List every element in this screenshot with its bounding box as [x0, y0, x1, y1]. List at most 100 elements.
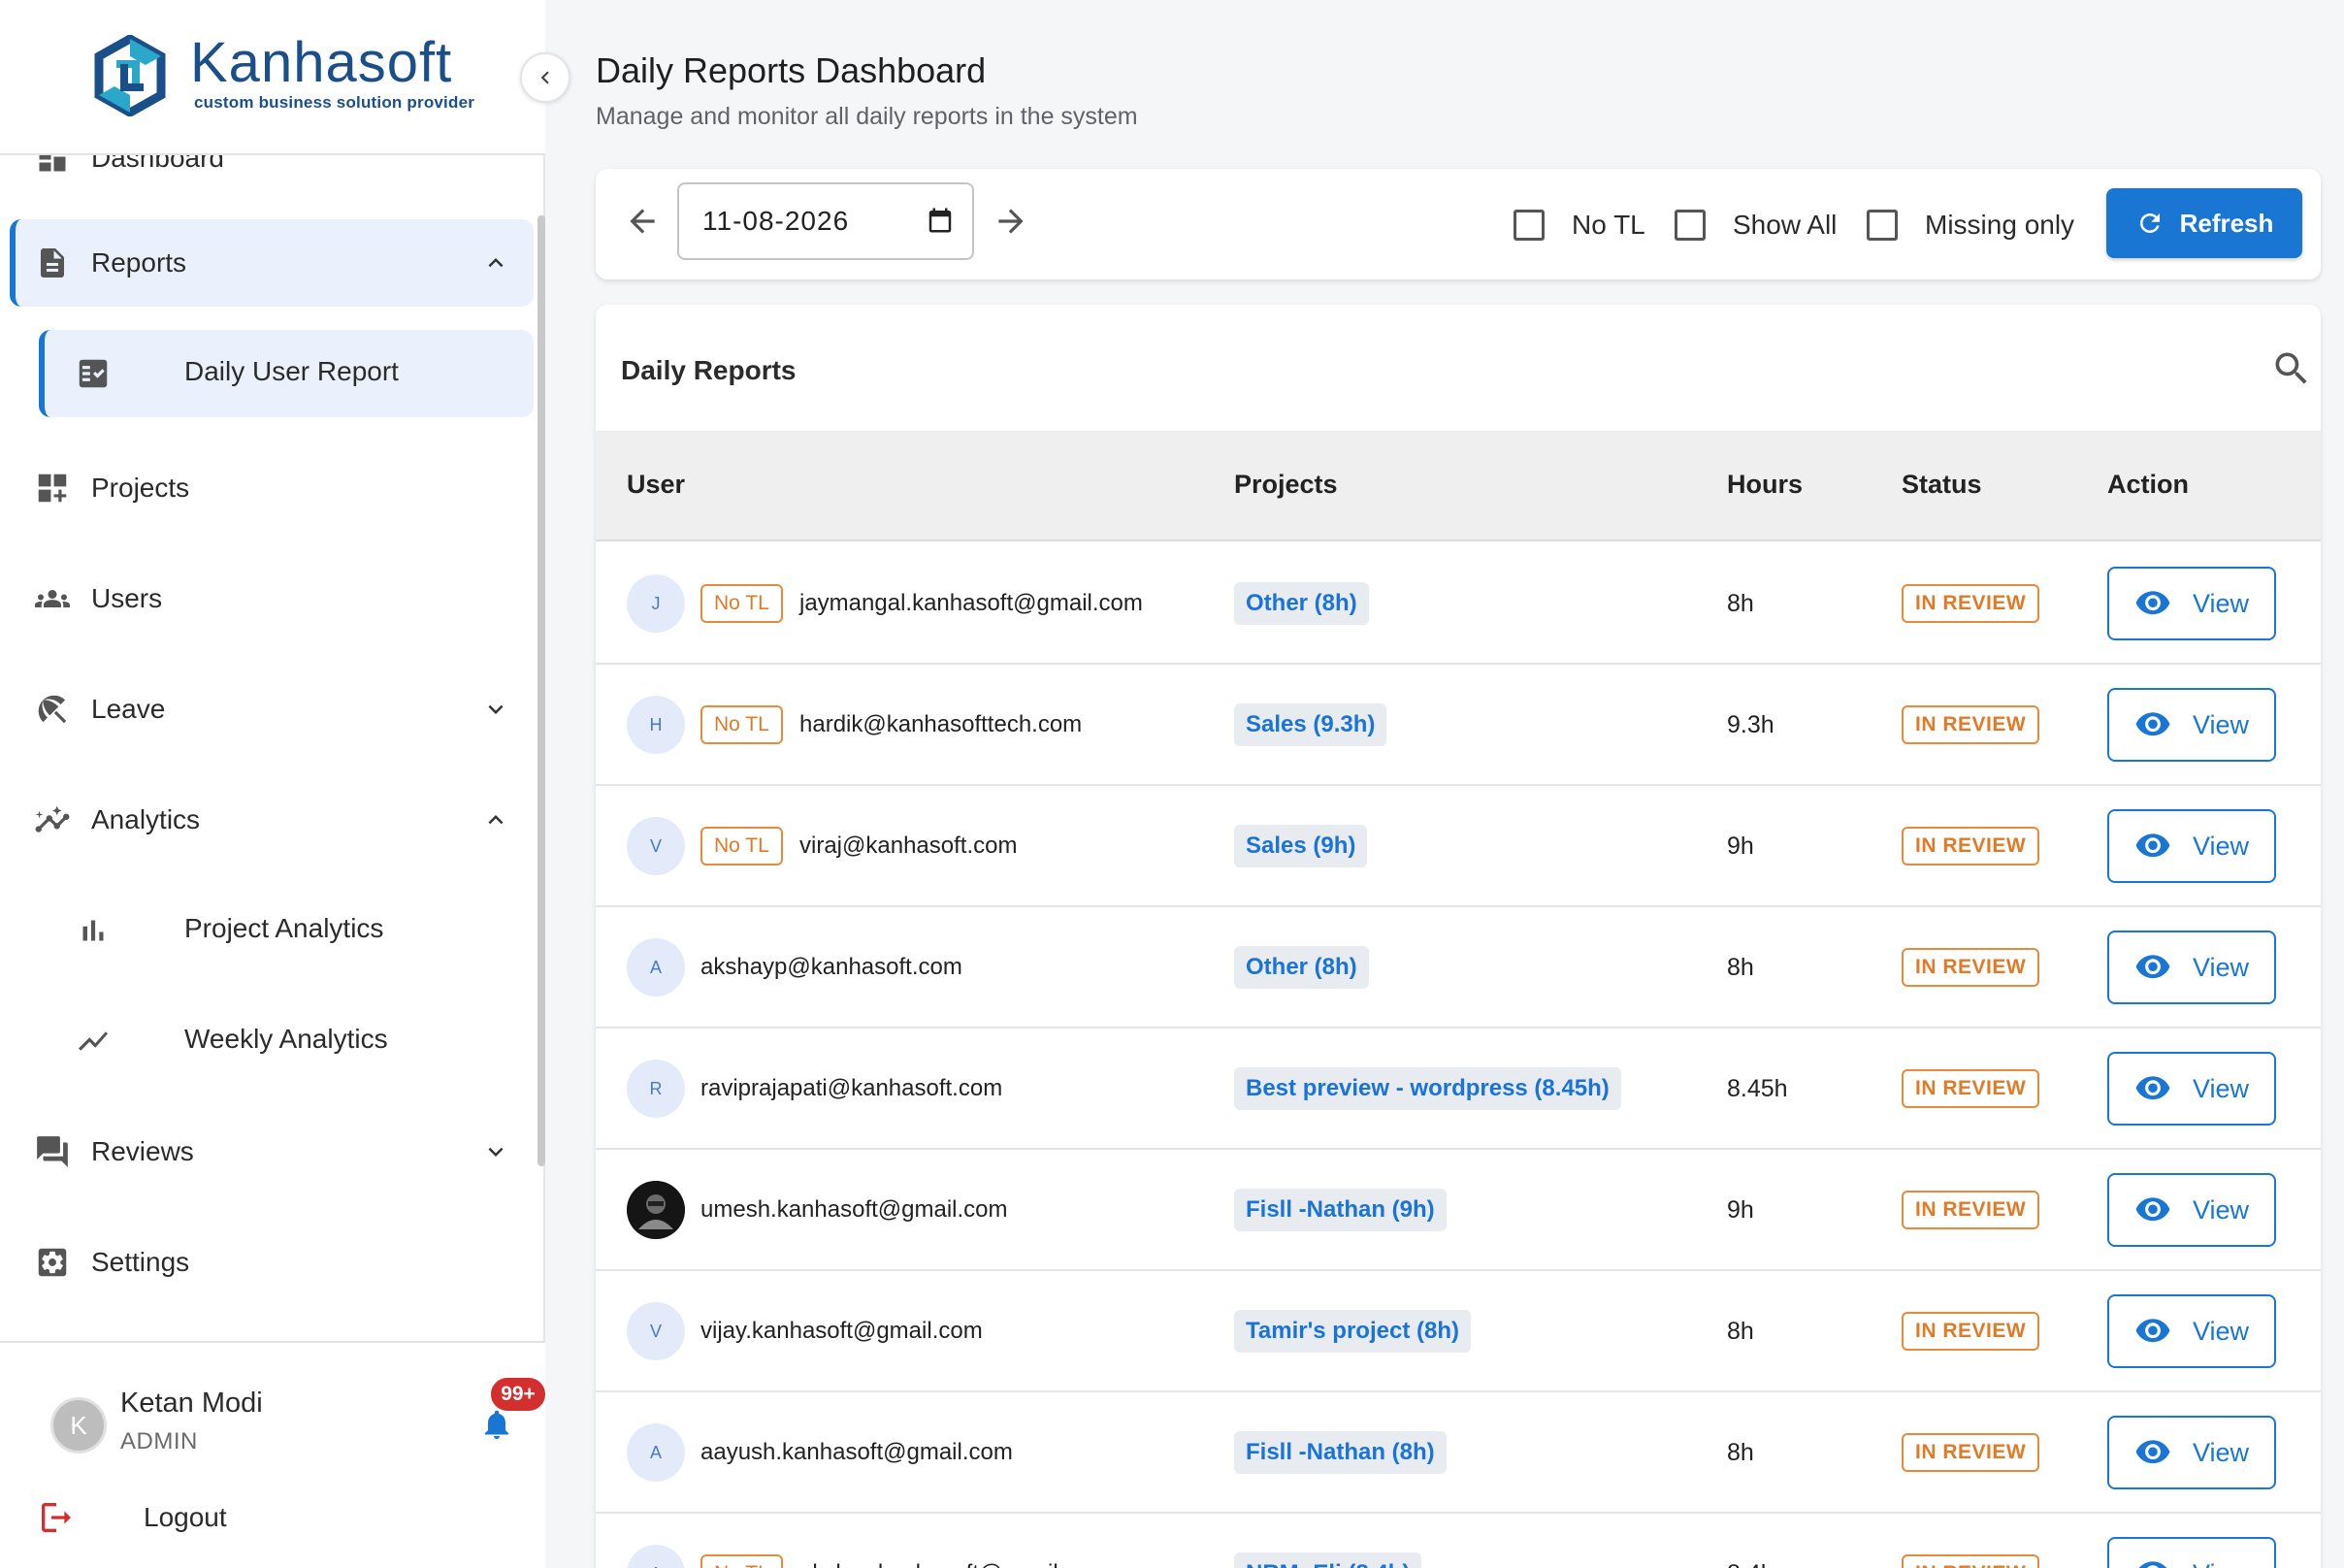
column-header-status[interactable]: Status	[1902, 470, 1982, 500]
main-content: Daily Reports Dashboard Manage and monit…	[567, 23, 2344, 1568]
table-row: Aakshayp@kanhasoft.com Other (8h) 8h IN REV…	[596, 907, 2321, 1029]
status-badge: IN REVIEW	[1902, 1433, 2040, 1472]
filter-show-all-checkbox[interactable]: Show All	[1675, 206, 1837, 245]
avatar: H	[627, 696, 685, 754]
view-button[interactable]: View	[2107, 1173, 2276, 1247]
refresh-button[interactable]: Refresh	[2106, 188, 2302, 258]
view-button[interactable]: View	[2107, 809, 2276, 883]
filter-no-tl-checkbox[interactable]: No TL	[1514, 206, 1645, 245]
status-badge: IN REVIEW	[1902, 827, 2040, 866]
sidebar-item-users[interactable]: Users	[10, 555, 534, 642]
user-email: raviprajapati@kanhasoft.com	[700, 1075, 1003, 1101]
hours-value: 8h	[1727, 1318, 1754, 1345]
sidebar-item-project-analytics[interactable]: Project Analytics	[39, 887, 534, 974]
column-header-action[interactable]: Action	[2107, 470, 2189, 500]
settings-icon	[33, 1243, 72, 1282]
view-button[interactable]: View	[2107, 1416, 2276, 1489]
project-chip[interactable]: Other (8h)	[1234, 582, 1369, 625]
sidebar-item-analytics[interactable]: Analytics	[10, 776, 534, 864]
sidebar-item-reviews[interactable]: Reviews	[10, 1108, 534, 1195]
view-label: View	[2192, 1073, 2250, 1103]
status-badge: IN REVIEW	[1902, 1069, 2040, 1108]
sidebar-item-reports[interactable]: Reports	[10, 219, 534, 307]
project-chip[interactable]: Fisll -Nathan (9h)	[1234, 1189, 1447, 1231]
sidebar-item-leave[interactable]: Leave	[10, 666, 534, 753]
sidebar-item-label: Project Analytics	[184, 913, 384, 943]
view-label: View	[2192, 831, 2250, 861]
project-chip[interactable]: NRM- Eli (8.4h)	[1234, 1552, 1422, 1568]
avatar: R	[627, 1060, 685, 1118]
project-chip[interactable]: Tamir's project (8h)	[1234, 1310, 1471, 1353]
refresh-label: Refresh	[2179, 208, 2274, 238]
column-header-user[interactable]: User	[627, 470, 685, 500]
user-email: aayush.kanhasoft@gmail.com	[700, 1439, 1013, 1465]
sidebar-item-weekly-analytics[interactable]: Weekly Analytics	[39, 997, 534, 1085]
view-button[interactable]: View	[2107, 1052, 2276, 1126]
trend-icon	[74, 1022, 113, 1061]
table-row: Rraviprajapati@kanhasoft.com Best preview…	[596, 1029, 2321, 1150]
status-badge: IN REVIEW	[1902, 948, 2040, 987]
column-header-hours[interactable]: Hours	[1727, 470, 1803, 500]
previous-day-button[interactable]	[619, 198, 666, 245]
project-chip[interactable]: Sales (9h)	[1234, 825, 1368, 867]
view-button[interactable]: View	[2107, 931, 2276, 1004]
project-chip[interactable]: Fisll -Nathan (8h)	[1234, 1431, 1447, 1474]
sidebar-item-settings[interactable]: Settings	[10, 1219, 534, 1306]
sidebar-item-dashboard[interactable]: Dashboard	[10, 155, 534, 202]
project-chip[interactable]: Sales (9.3h)	[1234, 703, 1387, 746]
project-chip[interactable]: Best preview - wordpress (8.45h)	[1234, 1067, 1621, 1110]
user-name: Ketan Modi	[120, 1388, 263, 1419]
avatar[interactable]: K	[50, 1397, 107, 1454]
chevron-up-icon	[488, 258, 504, 268]
logout-button[interactable]: Logout	[144, 1502, 227, 1533]
column-header-projects[interactable]: Projects	[1234, 470, 1338, 500]
user-email: akshay.kanhasoft@gmail.com	[799, 1560, 1109, 1568]
dashboard-icon	[33, 155, 72, 178]
sidebar-item-projects[interactable]: Projects	[10, 444, 534, 532]
checkbox-box[interactable]	[1675, 210, 1706, 241]
status-badge: IN REVIEW	[1902, 584, 2040, 623]
user-role: ADMIN	[120, 1428, 198, 1454]
chevron-down-icon	[488, 1147, 504, 1157]
search-icon[interactable]	[2270, 347, 2313, 390]
status-badge: IN REVIEW	[1902, 1554, 2040, 1568]
eye-icon	[2135, 1076, 2170, 1100]
project-chip[interactable]: Other (8h)	[1234, 946, 1369, 989]
user-email: viraj@kanhasoft.com	[799, 833, 1018, 859]
sidebar-item-label: Dashboard	[91, 155, 224, 173]
table-row: H No TL hardik@kanhasofttech.com Sales (9.3…	[596, 665, 2321, 786]
eye-icon	[2135, 591, 2170, 615]
sidebar-item-daily-user-report[interactable]: Daily User Report	[39, 330, 534, 417]
filter-missing-only-checkbox[interactable]: Missing only	[1867, 206, 2074, 245]
collapse-sidebar-button[interactable]	[520, 52, 570, 103]
checkbox-box[interactable]	[1867, 210, 1898, 241]
table-row: Aaayush.kanhasoft@gmail.com Fisll -Nathan…	[596, 1392, 2321, 1514]
kanhasoft-logo-icon	[94, 35, 166, 116]
reviews-icon	[33, 1132, 72, 1171]
logout-icon[interactable]	[35, 1498, 78, 1537]
view-button[interactable]: View	[2107, 1294, 2276, 1368]
report-icon	[33, 244, 72, 282]
next-day-button[interactable]	[988, 198, 1034, 245]
user-email: akshayp@kanhasoft.com	[700, 954, 962, 980]
checklist-icon	[74, 354, 113, 393]
avatar: V	[627, 817, 685, 875]
checkbox-box[interactable]	[1514, 210, 1545, 241]
table-row: J No TL jaymangal.kanhasoft@gmail.com Other…	[596, 543, 2321, 665]
hours-value: 8.4h	[1727, 1560, 1774, 1568]
no-tl-badge: No TL	[700, 584, 783, 623]
sidebar: Dashboard Reports Daily User Report Proj…	[0, 0, 547, 1568]
table-row: umesh.kanhasoft@gmail.com Fisll -Nathan (…	[596, 1150, 2321, 1271]
user-email: vijay.kanhasoft@gmail.com	[700, 1318, 983, 1344]
user-email: umesh.kanhasoft@gmail.com	[700, 1196, 1008, 1223]
status-badge: IN REVIEW	[1902, 1312, 2040, 1351]
view-button[interactable]: View	[2107, 567, 2276, 640]
sidebar-nav: Dashboard Reports Daily User Report Proj…	[0, 155, 536, 1327]
checkbox-label: Show All	[1733, 210, 1838, 240]
view-button[interactable]: View	[2107, 688, 2276, 762]
chevron-up-icon	[488, 815, 504, 825]
sidebar-scrollbar[interactable]	[537, 215, 545, 1166]
view-label: View	[2192, 588, 2250, 618]
view-button[interactable]: View	[2107, 1537, 2276, 1568]
calendar-icon[interactable]	[926, 206, 955, 235]
